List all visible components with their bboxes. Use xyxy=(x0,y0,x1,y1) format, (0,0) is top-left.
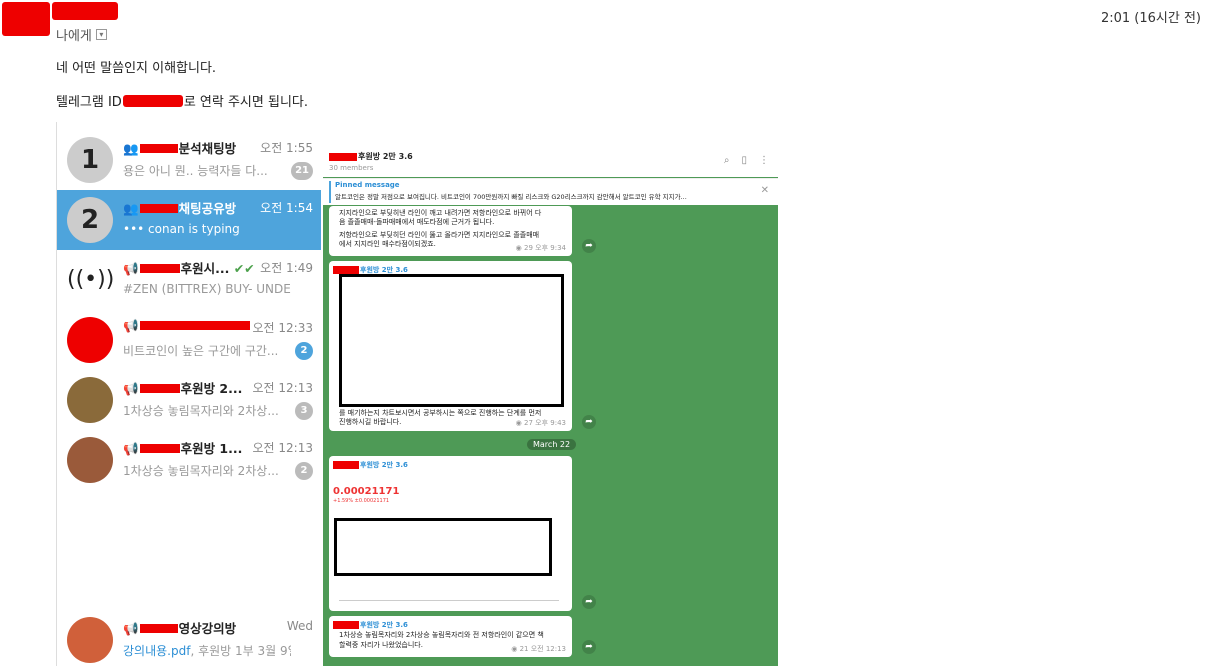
message-meta: ◉ 21 오전 12:13 xyxy=(511,645,566,653)
email-body-line-2: 텔레그램 ID 로 연락 주시면 됩니다. xyxy=(56,91,308,110)
avatar xyxy=(67,377,113,423)
chat-time: 오전 12:13 xyxy=(252,381,313,395)
price-change: +1.59% ±0.00021171 xyxy=(333,498,390,504)
unread-badge: 21 xyxy=(291,162,313,180)
chat-preview: 1차상승 놓림목자리와 2차상... xyxy=(123,404,279,418)
megaphone-icon: 📢 xyxy=(123,441,139,456)
megaphone-icon: 📢 xyxy=(123,381,139,396)
pinned-label: Pinned message xyxy=(335,181,400,189)
unread-badge: 3 xyxy=(295,402,313,420)
chat-preview: 강의내용.pdf, 후원방 1부 3월 9일... xyxy=(123,644,291,658)
signal-avatar-icon: ((•)) xyxy=(67,257,114,303)
body-line2-prefix: 텔레그램 ID xyxy=(56,95,122,110)
channel-name-redacted xyxy=(329,152,357,161)
message-bubble: 후원방 2만 3.6 를 매기하는지 차트보시면서 공부하시는 쪽으로 진행하는… xyxy=(329,261,572,431)
forward-icon[interactable]: ➦ xyxy=(582,415,596,429)
chat-time: 오전 1:49 xyxy=(260,261,313,275)
pinned-text: 알트코인은 정말 저점으로 보여집니다. 비트코인이 700만원까지 빠질 리스… xyxy=(335,193,687,201)
chat-item-active[interactable]: 2 👥 채팅공유방 오전 1:54 ••• conan is typing xyxy=(57,190,321,250)
body-line2-suffix: 로 연락 주시면 됩니다. xyxy=(183,95,308,110)
chat-title: 📢 후원방 1... xyxy=(123,441,243,456)
redacted-image xyxy=(339,274,564,407)
telegram-id-redacted xyxy=(122,94,183,107)
chat-time: 오전 12:33 xyxy=(252,321,313,335)
chat-title: 👥 분석채팅방 xyxy=(123,141,237,156)
chat-item[interactable]: 📢 후원방 2... 오전 12:13 1차상승 놓림목자리와 2차상... 3 xyxy=(57,370,321,430)
group-icon: 👥 xyxy=(123,141,139,156)
megaphone-icon: 📢 xyxy=(123,261,139,276)
chat-title: 📢 후원방 2... xyxy=(123,381,243,396)
chat-time: 오전 12:13 xyxy=(252,441,313,455)
channel-header: 후원방 2만 3.6 30 members ⌕ ▯ ⋮ xyxy=(323,147,778,177)
sender-avatar-redacted xyxy=(2,2,50,36)
chat-item[interactable]: 📢영상강의방 Wed 강의내용.pdf, 후원방 1부 3월 9일... xyxy=(57,610,321,666)
forward-icon[interactable]: ➦ xyxy=(582,640,596,654)
message-bubble: 지지라인으로 부딪히낸 라인이 깨고 내려가면 저항라인으로 바뀌어 다 음 졸… xyxy=(329,206,572,256)
unread-badge: 2 xyxy=(295,462,313,480)
group-icon: 👥 xyxy=(123,201,139,216)
email-timestamp: 2:01 (16시간 전) xyxy=(1100,11,1201,26)
chat-preview: #ZEN (BITTREX) BUY- UNDER 23... xyxy=(123,282,291,296)
chat-time: 오전 1:55 xyxy=(260,141,313,155)
mini-chart xyxy=(339,581,559,601)
pdf-link: 강의내용.pdf xyxy=(123,644,191,658)
chat-item[interactable]: 📢 후원방 1... 오전 12:13 1차상승 놓림목자리와 2차상... 2 xyxy=(57,430,321,490)
chat-title: 📢 영상강의방 xyxy=(123,621,237,636)
forward-icon[interactable]: ➦ xyxy=(582,239,596,253)
chat-preview: 용은 아니 뭔.. 능력자들 다... xyxy=(123,164,268,178)
recipient-label: 나에게 xyxy=(56,29,92,44)
email-body-line-1: 네 어떤 말씀인지 이해합니다. xyxy=(56,61,217,76)
chat-title: 👥 채팅공유방 xyxy=(123,201,237,216)
close-icon[interactable]: ✕ xyxy=(761,185,769,196)
message-bubble: 후원방 2만 3.6 1차상승 놓림목자리와 2차상승 놓림목자리와 전 저항라… xyxy=(329,616,572,657)
avatar: 1 xyxy=(67,137,113,183)
avatar: 2 xyxy=(67,197,113,243)
message-meta: ◉ 29 오후 9:34 xyxy=(515,244,566,252)
avatar-redacted xyxy=(67,317,113,363)
pinned-message-bar[interactable]: Pinned message 알트코인은 정말 저점으로 보여집니다. 비트코인… xyxy=(323,178,778,205)
chat-title: 📢 xyxy=(123,318,251,334)
chat-time: 오전 1:54 xyxy=(260,201,313,215)
telegram-screenshot: 1 👥 분석채팅방 오전 1:55 용은 아니 뭔.. 능력자들 다... 2 1 … xyxy=(56,122,778,666)
sender-name-redacted xyxy=(52,2,118,20)
price-value: 0.00021171 xyxy=(333,486,400,497)
typing-indicator: ••• conan is typing xyxy=(123,222,240,236)
megaphone-icon: 📢 xyxy=(123,318,139,333)
avatar xyxy=(67,617,113,663)
chat-list: 1 👥 분석채팅방 오전 1:55 용은 아니 뭔.. 능력자들 다... 2 1 … xyxy=(57,122,321,666)
unread-badge: 2 xyxy=(295,342,313,360)
chat-preview: 1차상승 놓림목자리와 2차상... xyxy=(123,464,279,478)
chat-preview: 비트코인이 높은 구간에 구간... xyxy=(123,344,279,358)
chevron-down-icon[interactable]: ▾ xyxy=(95,29,107,40)
search-icon[interactable]: ⌕ xyxy=(724,155,730,166)
chat-time: Wed xyxy=(286,619,313,633)
chat-item[interactable]: 📢 오전 12:33 비트코인이 높은 구간에 구간... 2 xyxy=(57,310,321,370)
message-bubble: 후원방 2만 3.6 0.00021171 +1.59% ±0.00021171 xyxy=(329,456,572,611)
message-meta: ◉ 27 오후 9:43 xyxy=(515,419,566,427)
megaphone-icon: 📢 xyxy=(123,621,139,636)
chat-item[interactable]: ((•)) 📢 후원시... ✔✔ 오전 1:49 #ZEN (BITTREX) … xyxy=(57,250,321,310)
redacted-chart xyxy=(334,518,552,576)
date-separator: March 22 xyxy=(527,439,577,450)
channel-title: 후원방 2만 3.6 xyxy=(358,152,413,161)
forward-icon[interactable]: ➦ xyxy=(582,595,596,609)
chat-title: 📢 후원시... ✔✔ xyxy=(123,261,255,276)
recipient-line[interactable]: 나에게 ▾ xyxy=(56,25,107,44)
member-count: 30 members xyxy=(329,164,374,172)
double-check-icon: ✔✔ xyxy=(233,261,255,276)
chat-item[interactable]: 1 👥 분석채팅방 오전 1:55 용은 아니 뭔.. 능력자들 다... 21 xyxy=(57,130,321,190)
more-vert-icon[interactable]: ⋮ xyxy=(759,155,769,166)
sidebar-toggle-icon[interactable]: ▯ xyxy=(741,155,747,166)
avatar xyxy=(67,437,113,483)
